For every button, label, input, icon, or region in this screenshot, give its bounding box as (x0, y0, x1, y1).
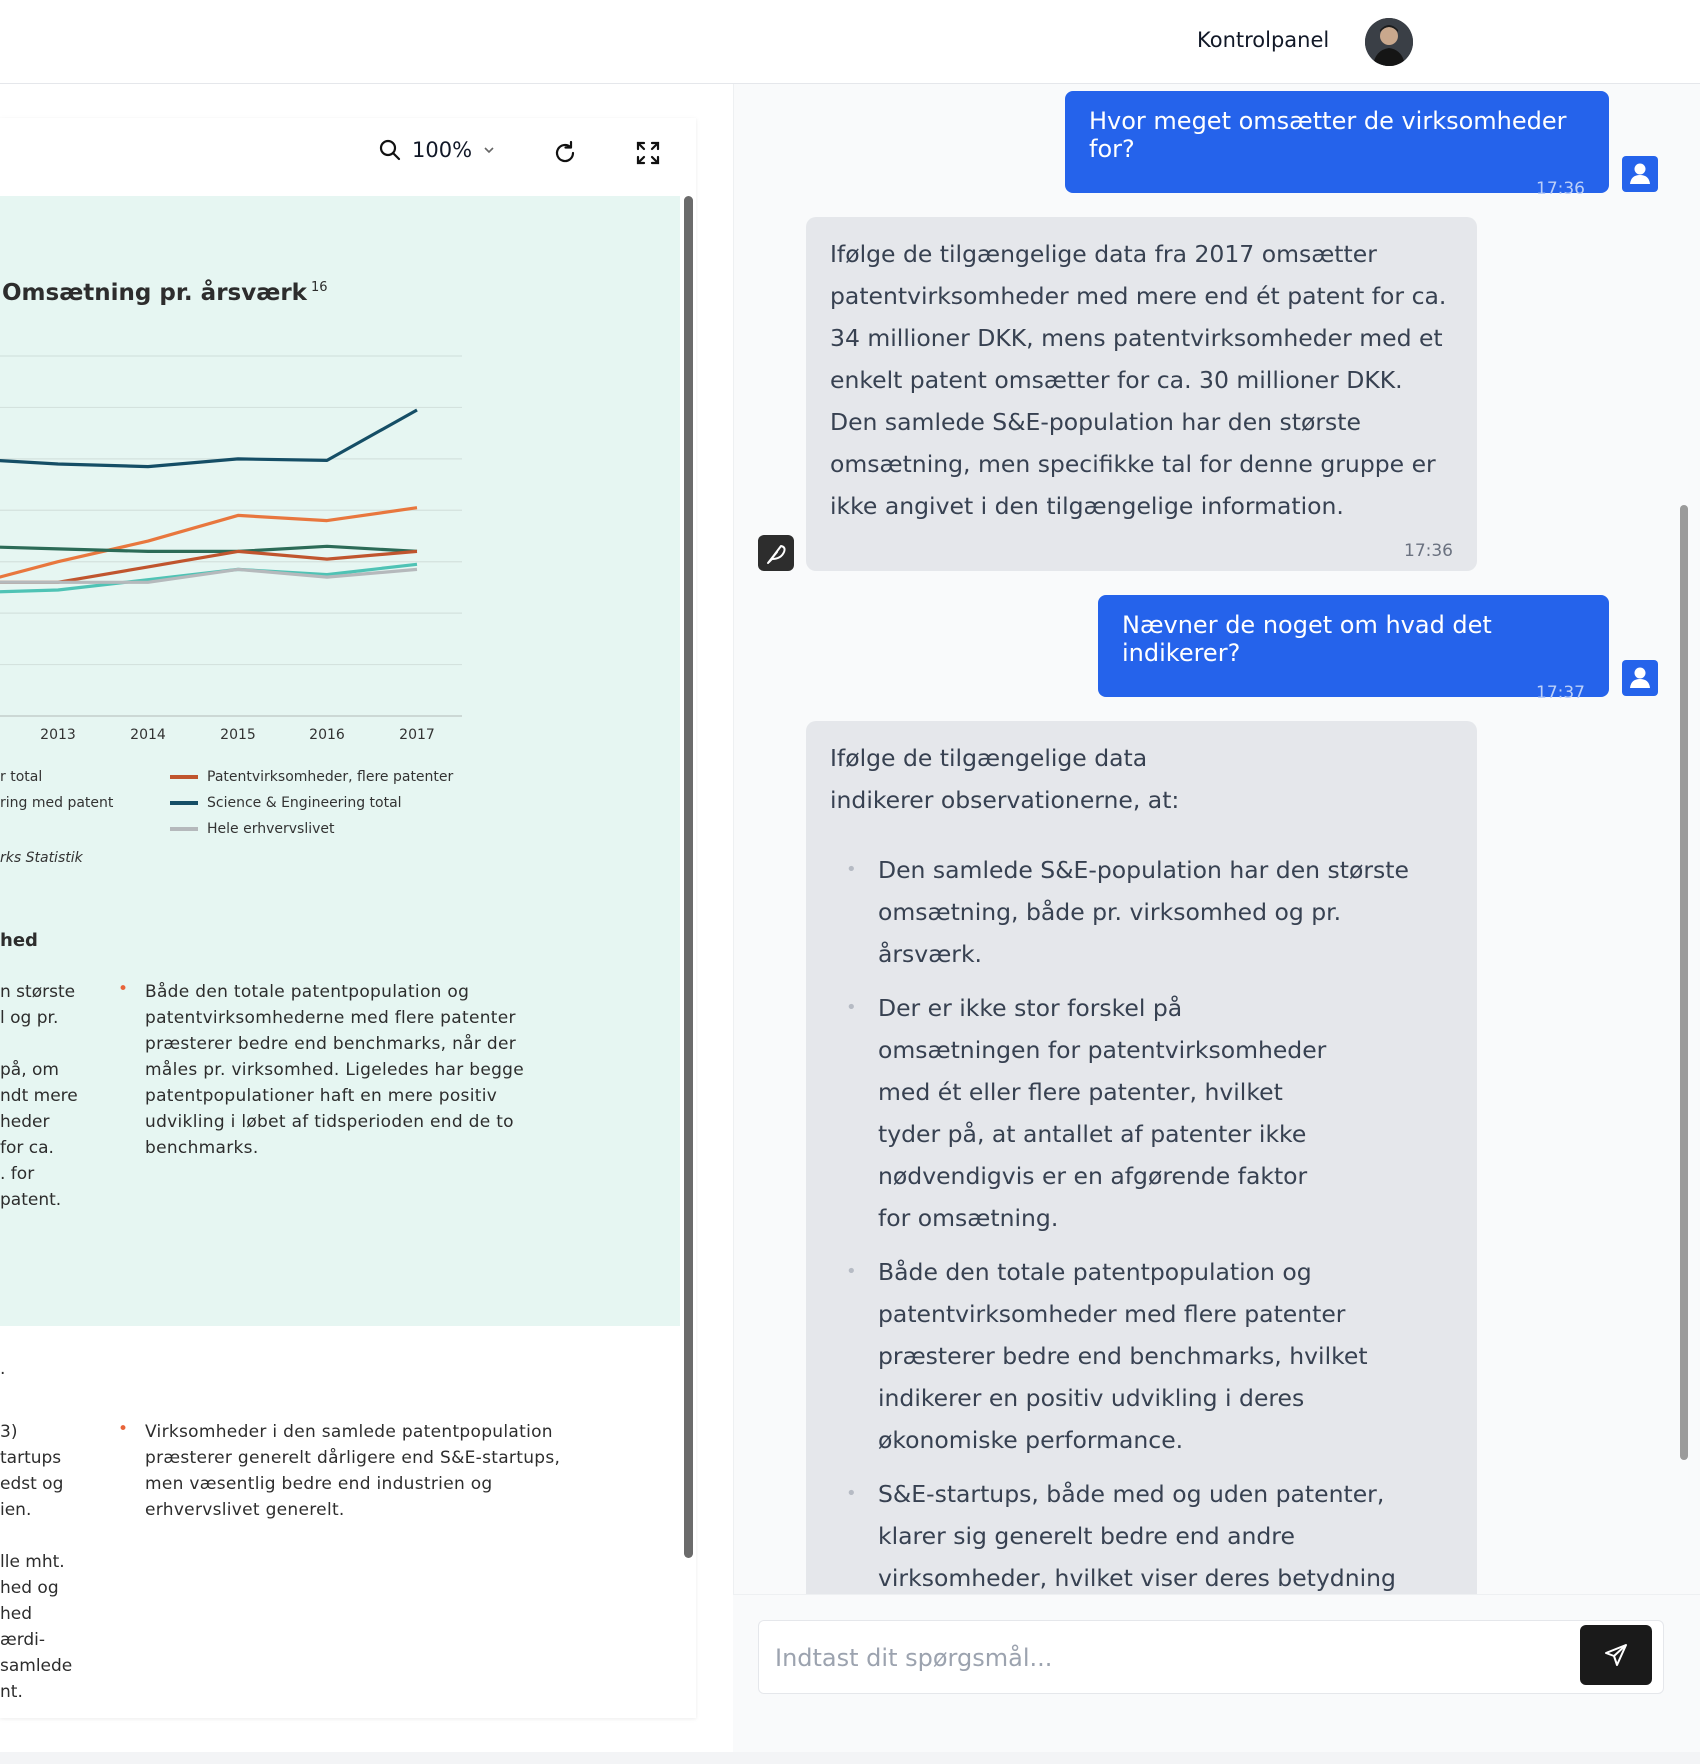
legend-item-flere-patenter: Patentvirksomheder, flere patenter (170, 769, 453, 785)
avatar[interactable] (1365, 18, 1413, 66)
section-heading: hed (0, 930, 38, 951)
doc-bullet: • (118, 1419, 129, 1439)
x-tick-label: 2015 (220, 727, 256, 743)
message-time: 17:36 (1536, 179, 1585, 199)
chat-input[interactable] (775, 1639, 1555, 1677)
list-item: Både den totale patentpopulation og pate… (830, 1251, 1450, 1461)
doc-text-column-left-2: 3) tartups edst og ien. lle mht. hed og … (0, 1422, 73, 1702)
search-icon (379, 139, 401, 161)
doc-text-column-right: Både den totale patentpopulation og pate… (145, 982, 525, 1158)
list-item: Den samlede S&E-population har den størs… (830, 849, 1440, 975)
list-item: S&E-startups, både med og uden patenter,… (830, 1473, 1420, 1594)
x-tick-label: 2016 (309, 727, 345, 743)
legend-swatch (170, 827, 198, 831)
x-tick-label: 2017 (399, 727, 435, 743)
chat-scrollbar[interactable] (1680, 505, 1688, 1460)
legend-item-erhvervslivet: Hele erhvervslivet (170, 821, 335, 837)
list-item: Der er ikke stor forskel på omsætningen … (830, 987, 1340, 1239)
line-chart: 2013 2014 2015 2016 2017 (0, 355, 462, 743)
user-message: Hvor meget omsætter de virksomheder for?… (1065, 91, 1609, 199)
series-line-5 (0, 562, 418, 594)
doc-text-column-left: n største l og pr. på, om ndt mere heder… (0, 982, 78, 1210)
series-line-1 (0, 408, 418, 469)
chevron-down-icon (484, 147, 494, 154)
legend-item-se-total: Science & Engineering total (170, 795, 402, 811)
message-text: Nævner de noget om hvad det indikerer? (1122, 611, 1492, 667)
message-time: 17:36 (1404, 541, 1453, 561)
message-text: Hvor meget omsætter de virksomheder for? (1089, 107, 1567, 163)
message-text: Ifølge de tilgængelige data fra 2017 oms… (830, 240, 1447, 520)
legend-swatch (170, 801, 198, 805)
x-tick-label: 2013 (40, 727, 76, 743)
chat-input-box (758, 1620, 1664, 1694)
zoom-control[interactable]: 100% (378, 138, 496, 162)
user-icon (1622, 660, 1658, 696)
doc-stray-dot: . (0, 1359, 6, 1379)
document-scrollbar[interactable] (684, 196, 693, 1558)
send-button[interactable] (1580, 1625, 1652, 1685)
message-text: Ifølge de tilgængelige data indikerer ob… (830, 744, 1180, 814)
zoom-level: 100% (412, 138, 473, 162)
avatar-image (1365, 18, 1413, 66)
top-bar: Kontrolpanel (0, 0, 1700, 84)
viewer-toolbar: 100% (0, 118, 696, 188)
doc-text-column-right-2: Virksomheder i den samlede patentpopulat… (145, 1422, 561, 1520)
legend-label: Science & Engineering total (207, 795, 402, 811)
user-icon (1622, 156, 1658, 192)
bottom-strip (0, 1752, 1700, 1764)
fullscreen-icon[interactable] (635, 140, 661, 166)
legend-swatch (170, 775, 198, 779)
document-page: Omsætning pr. årsværk 16 2013 2014 2015 2016… (0, 196, 680, 1326)
series-line-4 (0, 549, 418, 584)
refresh-icon[interactable] (552, 140, 578, 166)
dashboard-link[interactable]: Kontrolpanel (1197, 28, 1329, 52)
series-line-3 (0, 544, 418, 553)
legend-label-cut-2: ring med patent (0, 795, 114, 811)
legend-label: Hele erhvervslivet (207, 821, 335, 837)
assistant-message: Ifølge de tilgængelige data fra 2017 oms… (806, 217, 1477, 571)
send-icon (1605, 1644, 1627, 1666)
feather-icon (758, 535, 794, 571)
legend-label: Patentvirksomheder, flere patenter (207, 769, 454, 785)
message-time: 17:37 (1536, 683, 1585, 703)
document-page-lower: . 3) tartups edst og ien. lle mht. hed o… (0, 1326, 680, 1718)
assistant-message: Ifølge de tilgængelige data indikerer ob… (806, 721, 1477, 1594)
legend-label-cut-1: r total (0, 769, 43, 785)
message-bullet-list: Den samlede S&E-population har den størs… (830, 849, 1453, 1594)
chart-source: rks Statistik (0, 850, 83, 866)
user-message: Nævner de noget om hvad det indikerer? 1… (1098, 595, 1609, 703)
x-tick-label: 2014 (130, 727, 166, 743)
doc-bullet: • (118, 979, 129, 999)
